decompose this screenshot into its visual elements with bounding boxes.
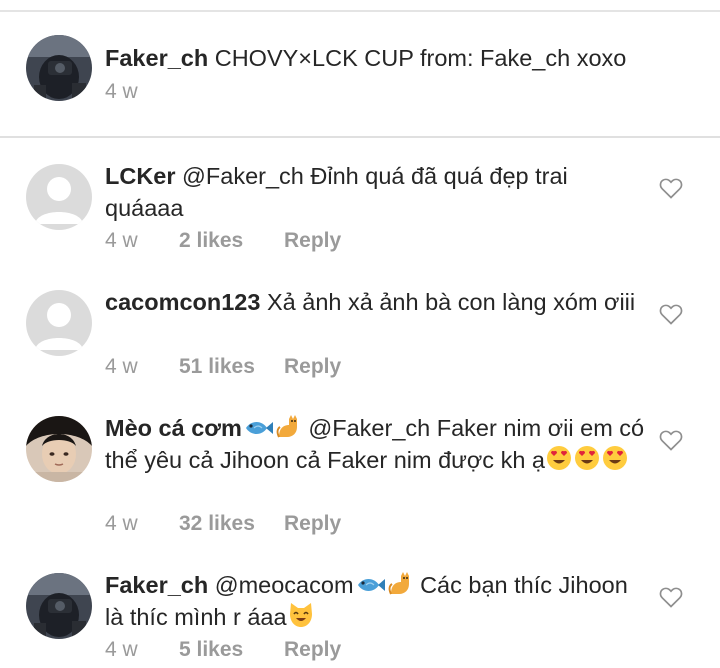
heart-eyes-emoji-icon xyxy=(574,445,600,471)
fish-emoji-icon xyxy=(243,417,273,439)
smiling-cat-emoji-icon xyxy=(288,602,314,628)
likes-count[interactable]: 51 likes xyxy=(179,355,284,379)
post-caption: Faker_ch CHOVY×LCK CUP from: Fake_ch xox… xyxy=(0,0,720,136)
like-heart-icon[interactable] xyxy=(659,303,683,325)
comment-body: Mèo cá cơm @Faker_ch Faker nim ơii em có… xyxy=(105,412,650,476)
reply-button[interactable]: Reply xyxy=(284,512,341,536)
comment-avatar[interactable] xyxy=(26,290,92,356)
like-heart-icon[interactable] xyxy=(659,586,683,608)
caption-avatar[interactable] xyxy=(26,35,92,101)
photo-avatar-icon xyxy=(26,573,92,639)
comment-text: Xả ảnh xả ảnh bà con làng xóm ơiii xyxy=(266,289,636,315)
likes-count[interactable]: 32 likes xyxy=(179,512,284,536)
comment-body: cacomcon123 Xả ảnh xả ảnh bà con làng xó… xyxy=(105,286,650,318)
comment-username[interactable]: Mèo cá cơm xyxy=(105,415,242,441)
like-heart-icon[interactable] xyxy=(659,429,683,451)
comment-timestamp: 4 w xyxy=(105,638,138,661)
default-avatar-icon xyxy=(26,290,92,356)
caption-timestamp: 4 w xyxy=(105,80,138,103)
comment-avatar[interactable] xyxy=(26,164,92,230)
comment-timestamp: 4 w xyxy=(105,512,138,535)
comment-item: Faker_ch @meocacom Các bạn thíc Jihoon l… xyxy=(0,548,720,668)
caption-text: CHOVY×LCK CUP from: Fake_ch xoxo xyxy=(214,45,627,71)
comment-body: LCKer @Faker_ch Đỉnh quá đã quá đẹp trai… xyxy=(105,160,650,224)
cat-emoji-icon xyxy=(275,413,301,439)
comment-avatar[interactable] xyxy=(26,573,92,639)
comment-mention[interactable]: @meocacom xyxy=(215,572,354,598)
comment-username[interactable]: Faker_ch xyxy=(105,572,208,598)
comment-item: Mèo cá cơm @Faker_ch Faker nim ơii em có… xyxy=(0,390,720,548)
comment-meta: 4 w 32 likes Reply xyxy=(105,512,341,536)
reply-button[interactable]: Reply xyxy=(284,355,341,379)
comment-item: cacomcon123 Xả ảnh xả ảnh bà con làng xó… xyxy=(0,264,720,390)
likes-count[interactable]: 5 likes xyxy=(179,638,284,662)
like-heart-icon[interactable] xyxy=(659,177,683,199)
reply-button[interactable]: Reply xyxy=(284,638,341,662)
likes-count[interactable]: 2 likes xyxy=(179,229,284,253)
comment-timestamp: 4 w xyxy=(105,229,138,252)
comment-meta: 4 w 51 likes Reply xyxy=(105,355,341,379)
cat-emoji-icon xyxy=(387,570,413,596)
comment-username[interactable]: cacomcon123 xyxy=(105,289,260,315)
heart-eyes-emoji-icon xyxy=(546,445,572,471)
caption-username[interactable]: Faker_ch xyxy=(105,45,208,71)
photo-avatar-icon xyxy=(26,35,92,101)
caption-body: Faker_ch CHOVY×LCK CUP from: Fake_ch xox… xyxy=(105,42,650,74)
comment-meta: 4 w 2 likes Reply xyxy=(105,229,341,253)
fish-emoji-icon xyxy=(355,574,385,596)
reply-button[interactable]: Reply xyxy=(284,229,341,253)
comment-body: Faker_ch @meocacom Các bạn thíc Jihoon l… xyxy=(105,569,650,633)
photo-avatar-icon xyxy=(26,416,92,482)
default-avatar-icon xyxy=(26,164,92,230)
comment-item: LCKer @Faker_ch Đỉnh quá đã quá đẹp trai… xyxy=(0,138,720,264)
comment-meta: 4 w 5 likes Reply xyxy=(105,638,341,662)
comment-username[interactable]: LCKer xyxy=(105,163,176,189)
heart-eyes-emoji-icon xyxy=(602,445,628,471)
comment-timestamp: 4 w xyxy=(105,355,138,378)
comment-avatar[interactable] xyxy=(26,416,92,482)
